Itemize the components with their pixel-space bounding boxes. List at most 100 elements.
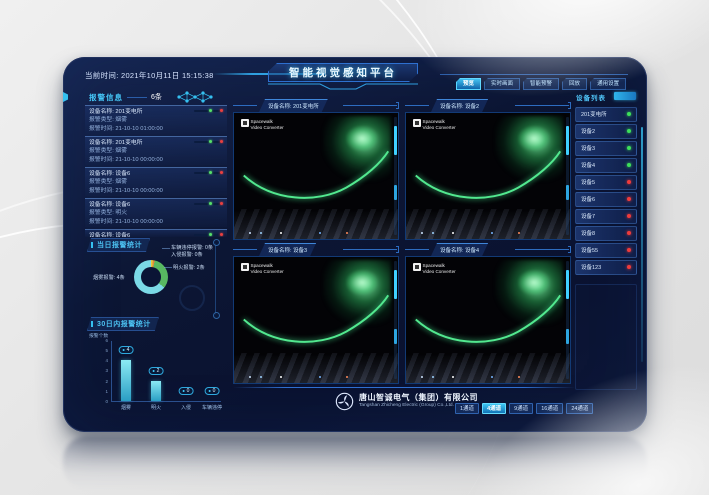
video-converter-icon: [413, 119, 421, 127]
donut-label-smoke: 烟雾报警: 4条: [93, 274, 125, 281]
status-dot: [627, 248, 631, 252]
video-scrollbar[interactable]: [394, 117, 397, 235]
y-tick: 1: [94, 389, 108, 394]
alarm-list-item-partial[interactable]: 设备名称: 设备6: [85, 229, 227, 237]
alarm-status-slider: [194, 172, 222, 174]
video-scrollbar[interactable]: [394, 261, 397, 379]
alarm-type: 报警类型: 烟雾: [89, 147, 223, 155]
video-watermark: SpacewalkVideo Converter: [241, 119, 284, 130]
device-list-item[interactable]: 设备8: [575, 226, 637, 241]
channel-4-button[interactable]: 4通道: [482, 403, 506, 414]
ghost-ring-deco: [179, 285, 205, 311]
status-dot: [627, 265, 631, 269]
nav-tab-preview[interactable]: 预览: [456, 78, 481, 90]
header-line: [343, 249, 397, 250]
scene-light: [249, 376, 251, 378]
bar-value: 0: [213, 387, 216, 395]
machinery-silhouette: [406, 353, 570, 383]
channel-16-button[interactable]: 16通道: [536, 403, 563, 414]
dot-icon: [209, 390, 211, 392]
bar-chart: 6 5 4 3 2 1 0 4 2 0 0 烟雾 明火 入侵 车辆违停: [111, 341, 221, 402]
video-feed[interactable]: SpacewalkVideo Converter: [405, 256, 571, 384]
nav-tab-live[interactable]: 实时画面: [484, 78, 520, 90]
nav-tab-settings[interactable]: 通用设置: [590, 78, 626, 90]
bar-value: 2: [157, 367, 160, 375]
title-chevron-deco: [268, 83, 418, 91]
sidebar-scrollbar[interactable]: [641, 127, 643, 362]
video-feed[interactable]: SpacewalkVideo Converter: [233, 256, 399, 384]
green-dot-icon: [209, 202, 212, 205]
circuit-deco: [215, 243, 216, 315]
status-dot: [627, 129, 631, 133]
scene-light: [518, 376, 520, 378]
nav-deco-line: [440, 74, 628, 75]
device-name: 设备6: [576, 195, 595, 203]
alarm-time: 报警时间: 21-10-10 00:00:00: [89, 218, 223, 226]
nav-tab-smart-alert[interactable]: 智能预警: [523, 78, 559, 90]
alarm-title-deco-line: [127, 97, 147, 98]
device-list-item[interactable]: 设备55: [575, 243, 637, 258]
device-list-item[interactable]: 设备7: [575, 209, 637, 224]
channel-24-button[interactable]: 24通道: [566, 403, 593, 414]
video-feed[interactable]: SpacewalkVideo Converter: [405, 112, 571, 240]
machinery-silhouette: [234, 353, 398, 383]
device-list-item[interactable]: 设备6: [575, 192, 637, 207]
header-cap: [568, 102, 571, 109]
alarm-list-item[interactable]: 设备名称: 201变电所 报警类型: 烟雾 报警时间: 21-10-10 00:…: [85, 136, 227, 165]
video-scrollbar[interactable]: [566, 261, 569, 379]
donut-leader-line: [164, 267, 172, 268]
today-stats-title: 当日报警统计: [87, 238, 150, 252]
device-list-item[interactable]: 201变电所: [575, 107, 637, 122]
device-name: 设备8: [576, 229, 595, 237]
alarm-type: 报警类型: 烟雾: [89, 116, 223, 124]
video-scrollbar[interactable]: [566, 117, 569, 235]
device-list-item[interactable]: 设备4: [575, 158, 637, 173]
alarm-status-slider: [194, 110, 222, 112]
header-cap: [568, 246, 571, 253]
company-name-en: Tangshan Zhicheng Electric (Group) Co.,L…: [359, 403, 454, 408]
machinery-silhouette: [406, 209, 570, 239]
scene-light: [421, 232, 423, 234]
alarm-list-item[interactable]: 设备名称: 设备6 报警类型: 烟雾 报警时间: 21-10-10 00:00:…: [85, 167, 227, 196]
device-list-item[interactable]: 设备2: [575, 124, 637, 139]
donut-label-intrusion: 入侵报警: 0条: [171, 251, 203, 258]
footer-divider: [233, 387, 575, 388]
alarm-list-item[interactable]: 设备名称: 设备6 报警类型: 明火 报警时间: 21-10-10 00:00:…: [85, 198, 227, 227]
status-dot: [627, 146, 631, 150]
y-tick: 3: [94, 368, 108, 373]
x-category: 烟雾: [121, 404, 131, 411]
channel-9-button[interactable]: 9通道: [509, 403, 533, 414]
video-panel-3[interactable]: 设备名称: 设备3 SpacewalkVideo Converter: [233, 243, 401, 384]
alarm-status-slider: [194, 141, 222, 143]
bar-value-bubble: 4: [119, 346, 134, 354]
header-line: [343, 105, 397, 106]
alarm-time: 报警时间: 21-10-10 00:00:00: [89, 187, 223, 195]
video-device-label: 设备名称: 设备2: [431, 99, 488, 112]
channel-1-button[interactable]: 1通道: [455, 403, 479, 414]
bar-fire: [151, 381, 161, 401]
x-category: 车辆违停: [202, 404, 222, 411]
x-category: 入侵: [181, 404, 191, 411]
scene-light: [452, 232, 454, 234]
device-name: 设备55: [576, 246, 598, 254]
alarm-list-item[interactable]: 设备名称: 201变电所 报警类型: 烟雾 报警时间: 21-10-10 01:…: [85, 105, 227, 134]
monthly-stats-title: 30日内报警统计: [87, 317, 159, 331]
red-dot-icon: [220, 202, 223, 205]
status-dot: [627, 112, 631, 116]
header-line: [405, 249, 429, 250]
alarm-type: 报警类型: 明火: [89, 209, 223, 217]
scene-light: [518, 232, 520, 234]
corner-tab-deco: [63, 92, 68, 102]
video-feed[interactable]: SpacewalkVideo Converter: [233, 112, 399, 240]
nav-tab-playback[interactable]: 回放: [562, 78, 587, 90]
video-panel-4[interactable]: 设备名称: 设备4 SpacewalkVideo Converter: [405, 243, 573, 384]
video-panel-2[interactable]: 设备名称: 设备2 SpacewalkVideo Converter: [405, 99, 573, 240]
header-line: [515, 249, 569, 250]
device-list-item[interactable]: 设备3: [575, 141, 637, 156]
device-list-item[interactable]: 设备5: [575, 175, 637, 190]
device-list-item[interactable]: 设备123: [575, 260, 637, 275]
video-panel-1[interactable]: 设备名称: 201变电所 SpacewalkVideo Converter: [233, 99, 401, 240]
video-converter-icon: [241, 263, 249, 271]
watermark-line2: Video Converter: [251, 125, 284, 130]
device-list-view-toggle[interactable]: [614, 92, 636, 100]
